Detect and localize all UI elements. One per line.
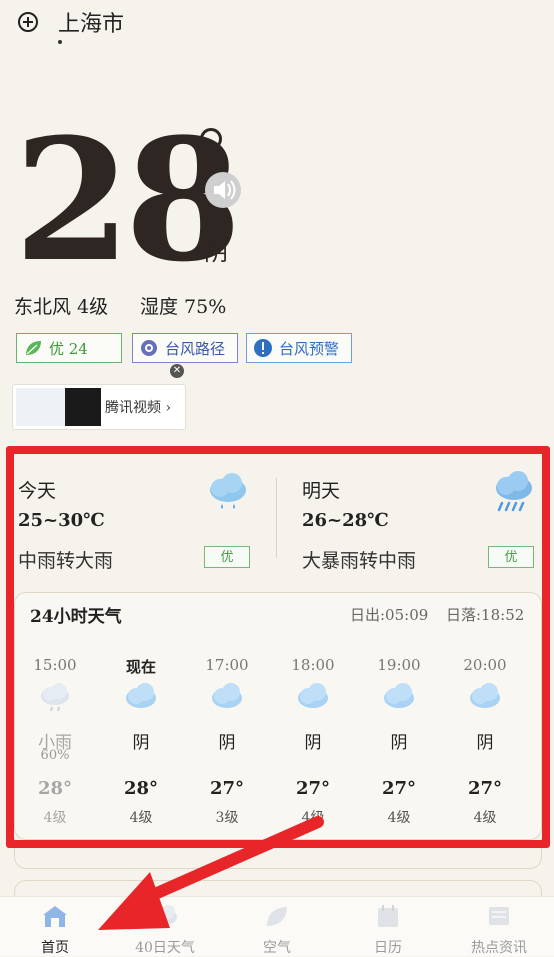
nav-label: 日历 [374,940,402,956]
humidity-info: 湿度 75% [140,296,227,318]
home-icon [43,906,67,927]
close-icon[interactable]: ✕ [170,364,184,378]
news-icon [489,907,509,925]
ad-thumbnail [16,388,68,426]
degree-symbol [200,128,222,150]
video-ad-card[interactable]: 腾讯视频 › [12,384,186,430]
typhoon-alert-chip[interactable]: 台风预警 [246,333,352,363]
leaf-icon [26,341,41,355]
city-name[interactable]: 上海市 [58,6,124,38]
aqi-chip-label: 优 24 [49,339,88,358]
nav-news[interactable]: 热点资讯 [444,903,554,957]
nav-label: 40日天气 [135,940,195,956]
current-condition: 阴 [204,238,228,266]
leaf-icon [267,907,287,926]
bottom-nav: 首页 40日天气 空气 日历 热点资讯 [0,896,554,956]
typhoon-path-label: 台风路径 [165,339,226,358]
add-city-icon[interactable] [18,12,38,32]
nav-label: 首页 [41,940,69,956]
page-indicator [58,40,62,44]
speaker-icon[interactable] [203,170,243,210]
nav-home[interactable]: 首页 [0,903,110,957]
ad-label: 腾讯视频 › [105,400,172,416]
calendar-icon [378,905,398,927]
alert-icon [254,339,272,357]
nav-40day[interactable]: 40日天气 [110,903,220,957]
typhoon-path-chip[interactable]: 台风路径 [132,333,238,363]
forecast-cloud-icon [153,905,177,925]
wind-info: 东北风 4级 [14,296,109,318]
nav-label: 空气 [263,940,291,956]
aqi-chip[interactable]: 优 24 [16,333,122,363]
typhoon-icon [141,340,157,356]
ad-thumbnail-dark [65,388,101,426]
highlight-box [6,446,550,848]
nav-label: 热点资讯 [471,940,527,956]
typhoon-alert-label: 台风预警 [279,339,340,358]
nav-air[interactable]: 空气 [222,903,332,957]
nav-calendar[interactable]: 日历 [333,903,443,957]
